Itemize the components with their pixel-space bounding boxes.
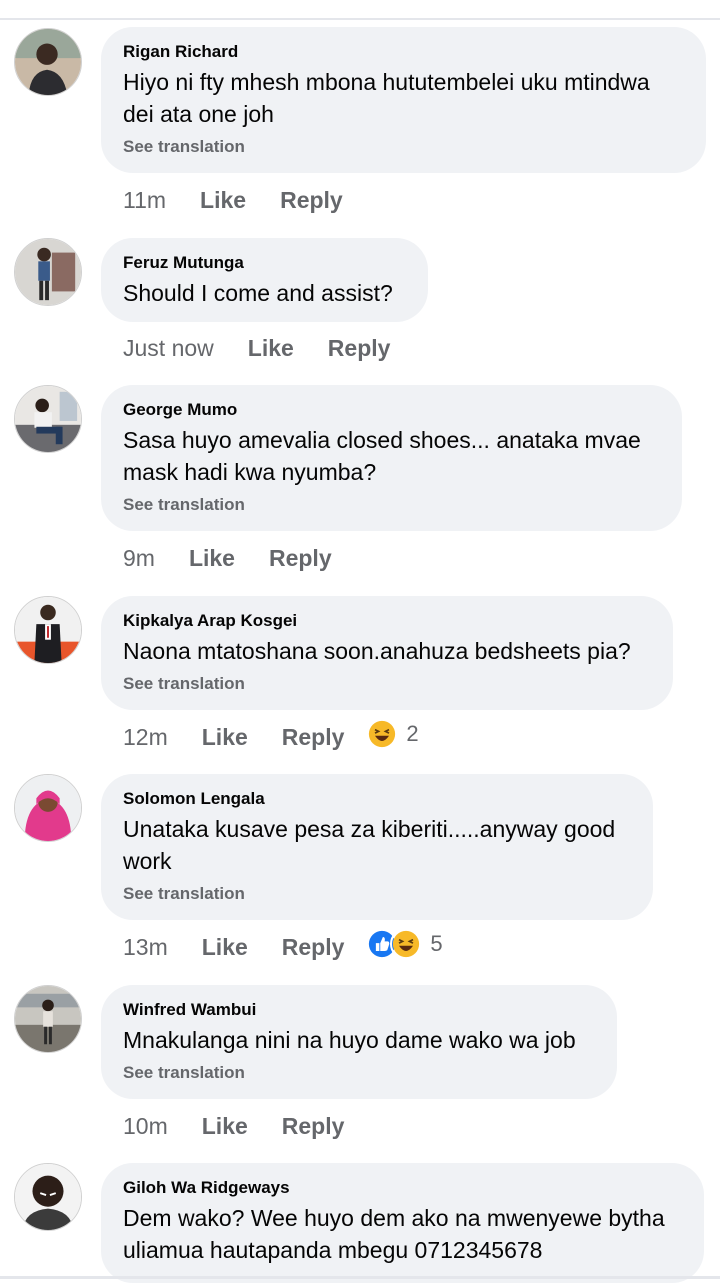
comment-bubble[interactable]: Rigan Richard Hiyo ni fty mhesh mbona hu…: [101, 27, 706, 173]
comment-actions: Just now Like Reply: [123, 331, 390, 365]
like-button[interactable]: Like: [202, 724, 248, 751]
comment-timestamp: 10m: [123, 1112, 168, 1139]
comment-timestamp: 9m: [123, 544, 155, 571]
avatar[interactable]: [14, 774, 82, 842]
comment-timestamp: 12m: [123, 723, 168, 750]
reply-button[interactable]: Reply: [282, 1113, 345, 1140]
comment-text: Naona mtatoshana soon.anahuza bedsheets …: [123, 638, 631, 664]
comment-actions: 10m Like Reply: [123, 1109, 344, 1143]
comment-author[interactable]: Solomon Lengala: [123, 788, 631, 810]
comment-text: Sasa huyo amevalia closed shoes... anata…: [123, 427, 641, 485]
comment-author[interactable]: Feruz Mutunga: [123, 252, 406, 274]
comment-author[interactable]: Kipkalya Arap Kosgei: [123, 610, 651, 632]
comment-actions: 13m Like Reply 5: [123, 928, 443, 964]
like-button[interactable]: Like: [200, 187, 246, 214]
see-translation-link[interactable]: See translation: [123, 136, 684, 158]
comment-timestamp: 11m: [123, 186, 167, 213]
comment-bubble[interactable]: Feruz Mutunga Should I come and assist?: [101, 238, 428, 322]
haha-icon: [366, 718, 399, 750]
avatar[interactable]: [14, 1163, 82, 1231]
haha-icon: [390, 928, 423, 960]
comment-author[interactable]: Rigan Richard: [123, 41, 684, 63]
comment-author[interactable]: George Mumo: [123, 399, 660, 421]
comment-text: Mnakulanga nini na huyo dame wako wa job: [123, 1027, 576, 1053]
avatar[interactable]: [14, 596, 82, 664]
top-divider: [0, 18, 720, 20]
comment-author[interactable]: Winfred Wambui: [123, 999, 595, 1021]
comment-actions: 11m Like Reply: [123, 183, 343, 217]
comment-bubble[interactable]: Kipkalya Arap Kosgei Naona mtatoshana so…: [101, 596, 673, 710]
see-translation-link[interactable]: See translation: [123, 673, 651, 695]
like-button[interactable]: Like: [202, 1113, 248, 1140]
comment-text: Should I come and assist?: [123, 280, 393, 306]
reply-button[interactable]: Reply: [282, 934, 345, 961]
avatar[interactable]: [14, 385, 82, 453]
like-button[interactable]: Like: [202, 934, 248, 961]
comment-text: Unataka kusave pesa za kiberiti.....anyw…: [123, 816, 616, 874]
comment-author[interactable]: Giloh Wa Ridgeways: [123, 1177, 682, 1199]
comment-bubble[interactable]: Solomon Lengala Unataka kusave pesa za k…: [101, 774, 653, 920]
comment-timestamp: 13m: [123, 933, 168, 960]
like-button[interactable]: Like: [248, 335, 294, 362]
reply-button[interactable]: Reply: [269, 545, 332, 572]
reaction-count: 2: [406, 721, 419, 746]
comment-actions: 12m Like Reply 2: [123, 718, 419, 754]
avatar[interactable]: [14, 28, 82, 96]
see-translation-link[interactable]: See translation: [123, 1062, 595, 1084]
reply-button[interactable]: Reply: [328, 335, 391, 362]
comment-bubble[interactable]: Giloh Wa Ridgeways Dem wako? Wee huyo de…: [101, 1163, 704, 1283]
comment-bubble[interactable]: George Mumo Sasa huyo amevalia closed sh…: [101, 385, 682, 531]
comment-text: Hiyo ni fty mhesh mbona hututembelei uku…: [123, 69, 650, 127]
reply-button[interactable]: Reply: [282, 724, 345, 751]
avatar[interactable]: [14, 238, 82, 306]
reaction-count: 5: [430, 931, 443, 956]
like-button[interactable]: Like: [189, 545, 235, 572]
see-translation-link[interactable]: See translation: [123, 494, 660, 516]
reply-button[interactable]: Reply: [280, 187, 343, 214]
see-translation-link[interactable]: See translation: [123, 883, 631, 905]
comment-text: Dem wako? Wee huyo dem ako na mwenyewe b…: [123, 1205, 665, 1263]
comment-actions: 9m Like Reply: [123, 541, 332, 575]
reaction-summary[interactable]: 2: [366, 718, 419, 750]
comment-bubble[interactable]: Winfred Wambui Mnakulanga nini na huyo d…: [101, 985, 617, 1099]
avatar[interactable]: [14, 985, 82, 1053]
reaction-summary[interactable]: 5: [366, 928, 443, 960]
comment-timestamp: Just now: [123, 334, 214, 361]
